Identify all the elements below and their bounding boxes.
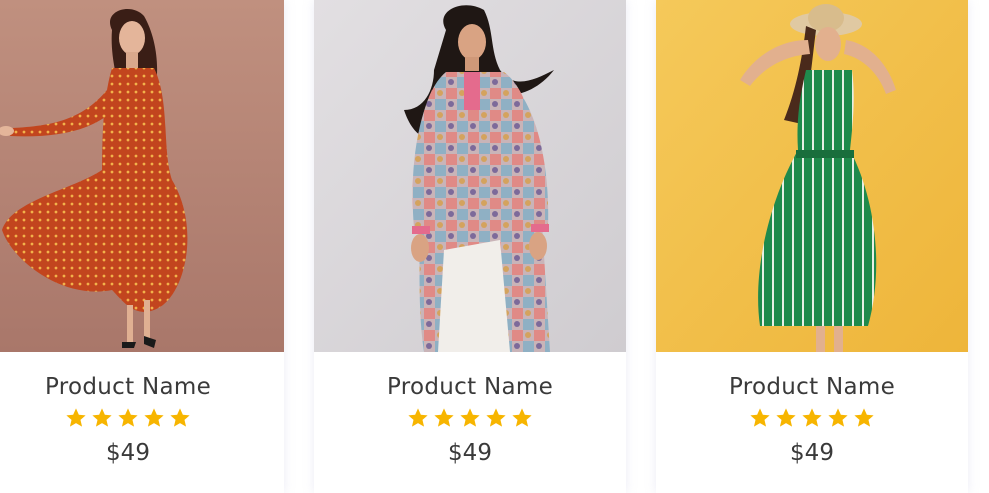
product-photo-patterned-kurta xyxy=(314,0,626,352)
star-rating xyxy=(314,407,626,433)
star-icon xyxy=(854,408,874,427)
product-grid: Product Name $49 Product Name $49 Produc… xyxy=(0,0,989,493)
product-price: $49 xyxy=(106,440,150,466)
star-icon xyxy=(750,408,770,427)
product-name[interactable]: Product Name xyxy=(0,374,284,400)
product-image[interactable] xyxy=(314,0,626,352)
star-icon xyxy=(460,408,480,427)
product-card[interactable]: Product Name $49 xyxy=(656,0,968,493)
star-icon xyxy=(512,408,532,427)
product-info: Product Name $49 xyxy=(656,352,968,493)
product-card[interactable]: Product Name $49 xyxy=(314,0,626,493)
product-photo-green-dress xyxy=(656,0,968,352)
star-icon xyxy=(92,408,112,427)
star-icon xyxy=(118,408,138,427)
product-price: $49 xyxy=(790,440,834,466)
product-price: $49 xyxy=(448,440,492,466)
star-rating xyxy=(0,407,284,433)
product-photo-red-dress xyxy=(0,0,284,352)
star-rating xyxy=(656,407,968,433)
star-icon xyxy=(486,408,506,427)
star-icon xyxy=(776,408,796,427)
star-icon xyxy=(170,408,190,427)
star-icon xyxy=(828,408,848,427)
product-image[interactable] xyxy=(0,0,284,352)
star-icon xyxy=(408,408,428,427)
star-icon xyxy=(802,408,822,427)
product-image[interactable] xyxy=(656,0,968,352)
product-name[interactable]: Product Name xyxy=(656,374,968,400)
star-icon xyxy=(434,408,454,427)
star-icon xyxy=(66,408,86,427)
product-card[interactable]: Product Name $49 xyxy=(0,0,284,493)
product-info: Product Name $49 xyxy=(314,352,626,493)
product-info: Product Name $49 xyxy=(0,352,284,493)
star-icon xyxy=(144,408,164,427)
product-name[interactable]: Product Name xyxy=(314,374,626,400)
